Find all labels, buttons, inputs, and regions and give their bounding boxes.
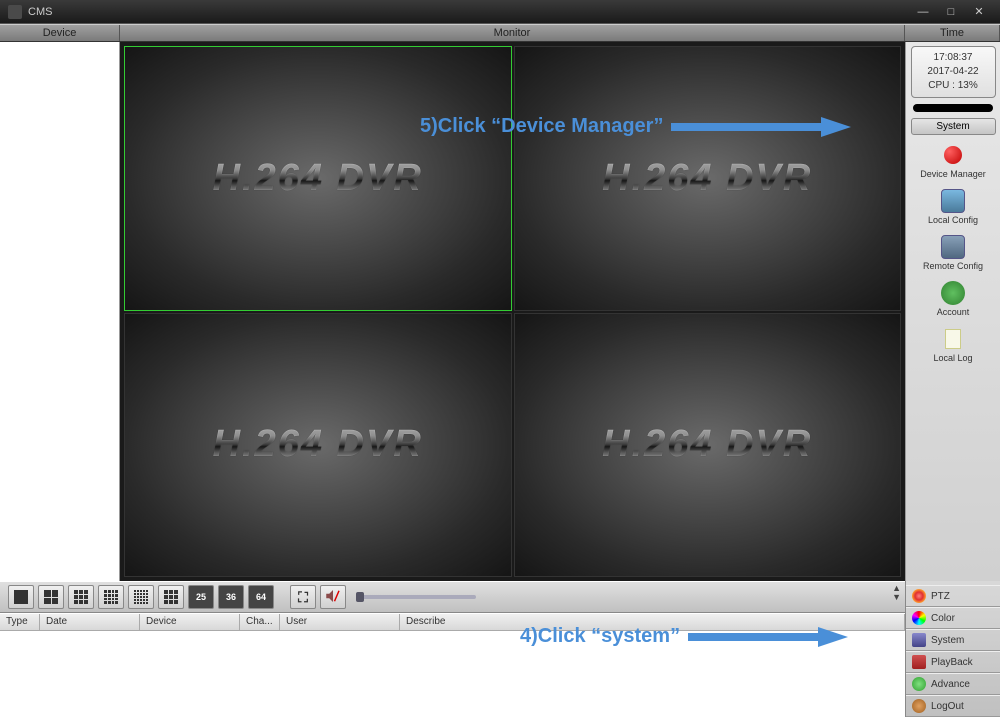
ptz-icon bbox=[912, 589, 926, 603]
video-placeholder: H.264 DVR bbox=[602, 423, 812, 466]
layout-more1-button[interactable] bbox=[128, 585, 154, 609]
tab-logout[interactable]: LogOut bbox=[906, 695, 1000, 717]
video-placeholder: H.264 DVR bbox=[213, 157, 423, 200]
tab-advance[interactable]: Advance bbox=[906, 673, 1000, 695]
log-col-type[interactable]: Type bbox=[0, 614, 40, 630]
volume-slider[interactable] bbox=[356, 595, 476, 599]
video-placeholder: H.264 DVR bbox=[213, 423, 423, 466]
cpu-usage: CPU : 13% bbox=[916, 79, 991, 93]
video-pane-1[interactable]: H.264 DVR bbox=[124, 46, 512, 311]
speaker-muted-icon bbox=[324, 587, 342, 607]
log-col-device[interactable]: Device bbox=[140, 614, 240, 630]
log-body bbox=[0, 631, 905, 717]
account-button[interactable]: Account bbox=[937, 281, 970, 317]
device-tree-panel bbox=[0, 42, 120, 581]
system-panel-header: System bbox=[911, 118, 996, 135]
advance-icon bbox=[912, 677, 926, 691]
remote-config-icon bbox=[941, 235, 965, 259]
tab-ptz[interactable]: PTZ bbox=[906, 585, 1000, 607]
local-log-button[interactable]: Local Log bbox=[933, 327, 972, 363]
device-manager-icon bbox=[941, 143, 965, 167]
minimize-button[interactable]: — bbox=[910, 4, 936, 20]
log-header: Type Date Device Cha... User Describe bbox=[0, 613, 905, 631]
layout-9-button[interactable] bbox=[68, 585, 94, 609]
layout-36-button[interactable]: 36 bbox=[218, 585, 244, 609]
log-col-describe[interactable]: Describe bbox=[400, 614, 905, 630]
clock-time: 17:08:37 bbox=[916, 51, 991, 65]
maximize-button[interactable]: □ bbox=[938, 4, 964, 20]
panel-scroll-arrows[interactable]: ▲▼ bbox=[892, 584, 901, 602]
layout-more2-button[interactable] bbox=[158, 585, 184, 609]
video-pane-4[interactable]: H.264 DVR bbox=[514, 313, 902, 578]
layout-1-button[interactable] bbox=[8, 585, 34, 609]
time-box: 17:08:37 2017-04-22 CPU : 13% bbox=[911, 46, 996, 98]
local-config-button[interactable]: Local Config bbox=[928, 189, 978, 225]
video-placeholder: H.264 DVR bbox=[602, 157, 812, 200]
log-col-channel[interactable]: Cha... bbox=[240, 614, 280, 630]
local-config-icon bbox=[941, 189, 965, 213]
mute-button[interactable] bbox=[320, 585, 346, 609]
volume-knob[interactable] bbox=[356, 592, 364, 602]
local-log-icon bbox=[941, 327, 965, 351]
monitor-area: H.264 DVR H.264 DVR H.264 DVR H.264 DVR bbox=[120, 42, 905, 581]
layout-toolbar: 25 36 64 ⛶ ▲▼ bbox=[0, 581, 905, 613]
log-col-user[interactable]: User bbox=[280, 614, 400, 630]
fullscreen-icon: ⛶ bbox=[298, 589, 308, 606]
color-icon bbox=[912, 611, 926, 625]
tab-system[interactable]: System bbox=[906, 629, 1000, 651]
video-pane-2[interactable]: H.264 DVR bbox=[514, 46, 902, 311]
account-icon bbox=[941, 281, 965, 305]
header-device: Device bbox=[0, 25, 120, 41]
tab-color[interactable]: Color bbox=[906, 607, 1000, 629]
remote-config-button[interactable]: Remote Config bbox=[923, 235, 983, 271]
app-title: CMS bbox=[28, 6, 52, 18]
bottom-panel: 25 36 64 ⛶ ▲▼ Type Date Device Cha... Us… bbox=[0, 581, 905, 717]
titlebar: CMS — □ ✕ bbox=[0, 0, 1000, 24]
fullscreen-button[interactable]: ⛶ bbox=[290, 585, 316, 609]
playback-icon bbox=[912, 655, 926, 669]
system-icon bbox=[912, 633, 926, 647]
layout-16-button[interactable] bbox=[98, 585, 124, 609]
clock-date: 2017-04-22 bbox=[916, 65, 991, 79]
header-time: Time bbox=[905, 25, 1000, 41]
time-system-panel: 17:08:37 2017-04-22 CPU : 13% System Dev… bbox=[905, 42, 1000, 581]
section-header: Device Monitor Time bbox=[0, 24, 1000, 42]
layout-25-button[interactable]: 25 bbox=[188, 585, 214, 609]
right-tabs: PTZ Color System PlayBack Advance LogOut bbox=[905, 581, 1000, 717]
tab-playback[interactable]: PlayBack bbox=[906, 651, 1000, 673]
usage-bar bbox=[913, 104, 993, 112]
app-icon bbox=[8, 5, 22, 19]
logout-icon bbox=[912, 699, 926, 713]
log-col-date[interactable]: Date bbox=[40, 614, 140, 630]
header-monitor: Monitor bbox=[120, 25, 905, 41]
layout-4-button[interactable] bbox=[38, 585, 64, 609]
video-pane-3[interactable]: H.264 DVR bbox=[124, 313, 512, 578]
layout-64-button[interactable]: 64 bbox=[248, 585, 274, 609]
device-manager-button[interactable]: Device Manager bbox=[920, 143, 986, 179]
close-button[interactable]: ✕ bbox=[966, 4, 992, 20]
